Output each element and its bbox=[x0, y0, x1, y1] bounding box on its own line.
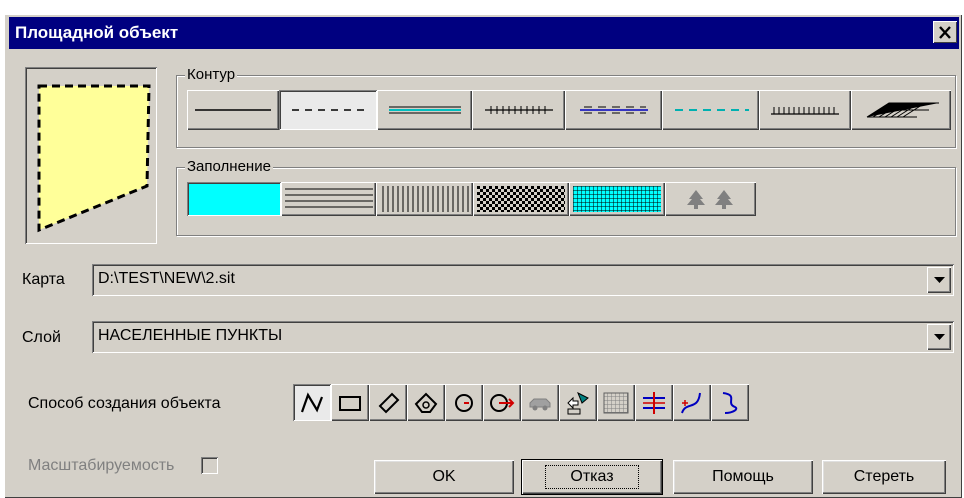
chevron-down-icon bbox=[933, 333, 945, 340]
close-button[interactable] bbox=[933, 21, 957, 43]
contour-dashed-button[interactable] bbox=[279, 90, 377, 130]
contour-comb-button[interactable] bbox=[759, 90, 851, 130]
spline-path-icon bbox=[722, 391, 738, 414]
layer-dropdown-button[interactable] bbox=[927, 324, 951, 350]
dialog-window: Площадной объект Контур Заполнение Карта… bbox=[4, 14, 962, 498]
flag-cursor-icon bbox=[567, 391, 589, 414]
method-polygon-button[interactable] bbox=[407, 384, 445, 421]
method-rotated-rectangle-button[interactable] bbox=[369, 384, 407, 421]
map-dropdown-button[interactable] bbox=[927, 267, 951, 293]
contour-solid-button[interactable] bbox=[187, 90, 279, 130]
fill-checker-button[interactable] bbox=[473, 182, 569, 216]
object-preview bbox=[25, 67, 157, 244]
ok-button[interactable]: OK bbox=[374, 460, 514, 494]
contour-label: Контур bbox=[185, 66, 238, 84]
contour-cyan-dashed-button[interactable] bbox=[662, 90, 759, 130]
diagonal-hatch-icon bbox=[866, 102, 939, 118]
cancel-button[interactable]: Отказ bbox=[522, 460, 662, 494]
dashed-line-icon bbox=[292, 109, 366, 111]
window-title: Площадной объект bbox=[15, 23, 179, 42]
fill-cyan-grid-button[interactable] bbox=[569, 182, 665, 216]
method-polyline-button[interactable] bbox=[293, 384, 331, 421]
trees-icon bbox=[686, 190, 733, 209]
method-circle-radius-button[interactable] bbox=[483, 384, 521, 421]
tick-line-icon bbox=[484, 106, 553, 114]
horizontal-lines-icon bbox=[284, 188, 373, 208]
fill-label: Заполнение bbox=[185, 158, 273, 176]
contour-dotted-tick-button[interactable] bbox=[565, 90, 662, 130]
fill-style-strip bbox=[187, 182, 762, 216]
method-spline-path-button[interactable] bbox=[711, 384, 749, 421]
creation-method-strip bbox=[293, 384, 749, 421]
contour-hatch-button[interactable] bbox=[851, 90, 951, 130]
chevron-down-icon bbox=[933, 276, 945, 283]
map-label: Карта bbox=[22, 271, 65, 288]
vertical-lines-icon bbox=[382, 186, 468, 212]
cross-lines-icon bbox=[643, 391, 665, 414]
map-select[interactable]: D:\TEST\NEW\2.sit bbox=[92, 264, 954, 296]
comb-line-icon bbox=[771, 107, 839, 115]
grid-icon bbox=[603, 392, 629, 413]
fill-vertical-lines-button[interactable] bbox=[376, 182, 473, 216]
method-grid-button[interactable] bbox=[597, 384, 635, 421]
cyan-dashed-icon bbox=[674, 109, 749, 111]
checker-pattern-icon bbox=[477, 186, 565, 212]
vehicle-icon bbox=[529, 398, 551, 410]
circle-radius-icon bbox=[490, 393, 515, 412]
close-icon bbox=[939, 25, 951, 39]
dotted-tick-icon bbox=[579, 106, 648, 114]
layer-select[interactable]: НАСЕЛЕННЫЕ ПУНКТЫ bbox=[92, 321, 954, 353]
layer-select-value: НАСЕЛЕННЫЕ ПУНКТЫ bbox=[98, 327, 283, 344]
method-spline-button[interactable] bbox=[673, 384, 711, 421]
map-select-value: D:\TEST\NEW\2.sit bbox=[98, 270, 235, 287]
polyline-icon bbox=[300, 391, 324, 412]
title-bar[interactable]: Площадной объект bbox=[9, 17, 959, 49]
method-flag-cursor-button[interactable] bbox=[559, 384, 597, 421]
cancel-button-label: Отказ bbox=[545, 465, 639, 489]
layer-label: Слой bbox=[22, 329, 61, 346]
method-rectangle-button[interactable] bbox=[331, 384, 369, 421]
fill-cyan-button[interactable] bbox=[187, 182, 281, 216]
spline-icon bbox=[681, 392, 701, 413]
polygon-icon bbox=[414, 392, 438, 413]
creation-method-label: Способ создания объекта bbox=[28, 395, 221, 412]
method-vehicle-button[interactable] bbox=[521, 384, 559, 421]
scalable-label: Масштабируемость bbox=[28, 457, 175, 474]
fill-horizontal-lines-button[interactable] bbox=[281, 182, 376, 216]
scalable-checkbox[interactable] bbox=[201, 457, 218, 474]
double-line-icon bbox=[388, 106, 461, 114]
solid-line-icon bbox=[195, 109, 271, 111]
fill-trees-button[interactable] bbox=[665, 182, 756, 216]
method-cross-lines-button[interactable] bbox=[635, 384, 673, 421]
contour-style-strip bbox=[187, 90, 951, 130]
contour-double-button[interactable] bbox=[377, 90, 472, 130]
circle-icon bbox=[455, 393, 473, 412]
rectangle-icon bbox=[339, 395, 361, 411]
help-button[interactable]: Помощь bbox=[673, 460, 813, 494]
rotated-rectangle-icon bbox=[378, 392, 400, 413]
contour-tick-button[interactable] bbox=[472, 90, 565, 130]
erase-button[interactable]: Стереть bbox=[822, 460, 946, 494]
polygon-preview-icon bbox=[37, 84, 151, 233]
cyan-grid-icon bbox=[573, 186, 661, 212]
method-circle-button[interactable] bbox=[445, 384, 483, 421]
